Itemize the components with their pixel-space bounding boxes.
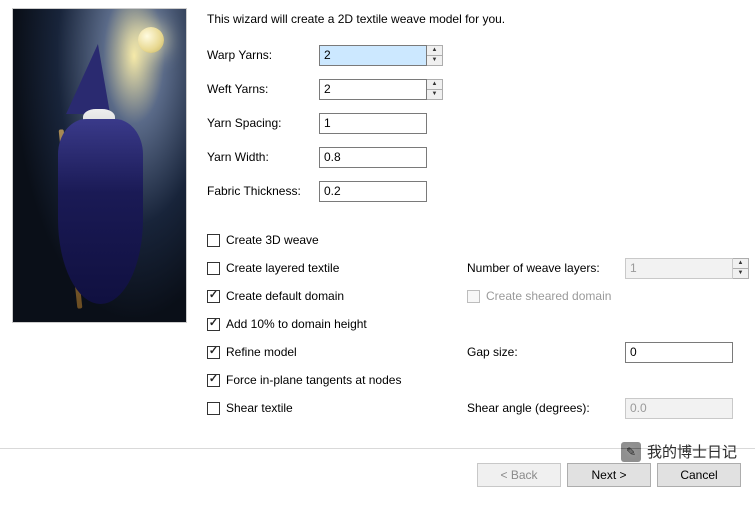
create-3d-label: Create 3D weave — [226, 233, 319, 247]
inplane-label: Force in-plane tangents at nodes — [226, 373, 401, 387]
gap-label: Gap size: — [467, 345, 518, 359]
layers-spinner: ▲ ▼ — [733, 258, 749, 279]
watermark-text: 我的博士日记 — [647, 441, 737, 462]
watermark: ✎ 我的博士日记 — [621, 441, 737, 462]
sheared-domain-label: Create sheared domain — [486, 289, 611, 303]
layered-label: Create layered textile — [226, 261, 339, 275]
warp-spin-up[interactable]: ▲ — [427, 46, 442, 56]
shear-angle-label: Shear angle (degrees): — [467, 401, 590, 415]
add10-label: Add 10% to domain height — [226, 317, 367, 331]
shear-label: Shear textile — [226, 401, 293, 415]
spacing-input[interactable] — [319, 113, 427, 134]
gap-input[interactable] — [625, 342, 733, 363]
warp-spinner[interactable]: ▲ ▼ — [427, 45, 443, 66]
next-button[interactable]: Next > — [567, 463, 651, 487]
sheared-domain-checkbox — [467, 290, 480, 303]
wizard-illustration — [12, 8, 187, 323]
layers-spin-down: ▼ — [733, 269, 748, 278]
watermark-icon: ✎ — [621, 442, 641, 462]
weft-spin-up[interactable]: ▲ — [427, 80, 442, 90]
shear-checkbox[interactable] — [207, 402, 220, 415]
wizard-intro: This wizard will create a 2D textile wea… — [207, 12, 743, 26]
thickness-input[interactable] — [319, 181, 427, 202]
add10-checkbox[interactable] — [207, 318, 220, 331]
weft-spinner[interactable]: ▲ ▼ — [427, 79, 443, 100]
layers-input — [625, 258, 733, 279]
weft-label: Weft Yarns: — [207, 82, 319, 96]
warp-input[interactable] — [319, 45, 427, 66]
shear-angle-input — [625, 398, 733, 419]
inplane-checkbox[interactable] — [207, 374, 220, 387]
thickness-label: Fabric Thickness: — [207, 184, 319, 198]
weft-input[interactable] — [319, 79, 427, 100]
warp-spin-down[interactable]: ▼ — [427, 56, 442, 65]
default-domain-label: Create default domain — [226, 289, 344, 303]
layers-spin-up: ▲ — [733, 259, 748, 269]
width-input[interactable] — [319, 147, 427, 168]
create-3d-checkbox[interactable] — [207, 234, 220, 247]
layered-checkbox[interactable] — [207, 262, 220, 275]
weft-spin-down[interactable]: ▼ — [427, 90, 442, 99]
back-button: < Back — [477, 463, 561, 487]
cancel-button[interactable]: Cancel — [657, 463, 741, 487]
warp-label: Warp Yarns: — [207, 48, 319, 62]
width-label: Yarn Width: — [207, 150, 319, 164]
spacing-label: Yarn Spacing: — [207, 116, 319, 130]
layers-label: Number of weave layers: — [467, 261, 600, 275]
default-domain-checkbox[interactable] — [207, 290, 220, 303]
refine-label: Refine model — [226, 345, 297, 359]
refine-checkbox[interactable] — [207, 346, 220, 359]
